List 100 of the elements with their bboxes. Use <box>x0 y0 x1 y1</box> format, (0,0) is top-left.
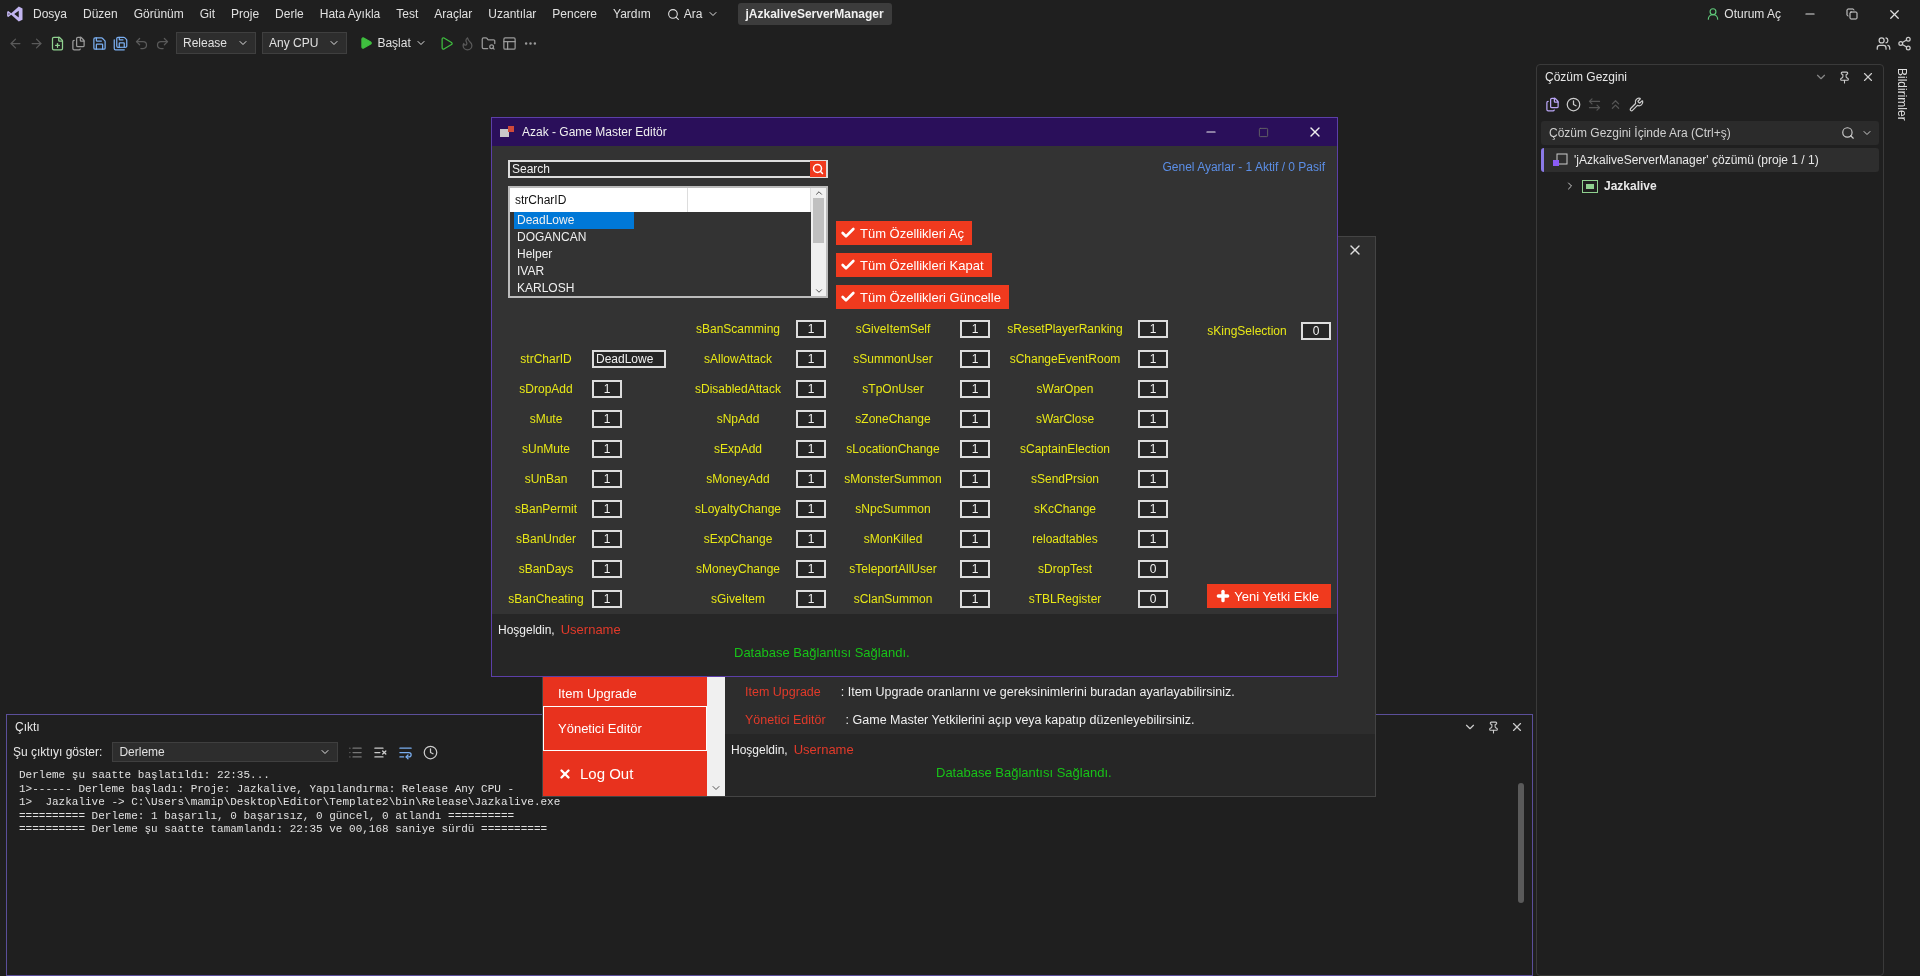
value-field[interactable]: 1 <box>960 320 990 338</box>
search-field[interactable]: Çözüm Gezgini İçinde Ara (Ctrl+ş) <box>1541 121 1879 145</box>
wrench-icon[interactable] <box>1629 96 1644 112</box>
value-field[interactable]: 1 <box>960 590 990 608</box>
menu-item[interactable]: Yardım <box>606 4 658 24</box>
start-button[interactable]: Başlat <box>353 35 433 51</box>
window-icon[interactable] <box>501 35 517 51</box>
scroll-down-icon[interactable] <box>813 286 824 296</box>
value-field[interactable]: 1 <box>796 500 826 518</box>
value-field[interactable]: 1 <box>960 470 990 488</box>
list-icon[interactable] <box>348 744 364 760</box>
search-button[interactable] <box>810 161 826 177</box>
value-field[interactable]: 1 <box>796 560 826 578</box>
scrollbar-thumb[interactable] <box>813 198 824 243</box>
value-field[interactable]: 1 <box>796 470 826 488</box>
close-icon[interactable] <box>1861 70 1875 84</box>
redo-icon[interactable] <box>155 35 170 51</box>
value-field[interactable]: 1 <box>592 380 622 398</box>
value-field[interactable]: 1 <box>796 440 826 458</box>
share-icon[interactable] <box>1897 35 1912 51</box>
users-icon[interactable] <box>1876 35 1891 51</box>
value-field[interactable]: 1 <box>796 350 826 368</box>
value-field[interactable]: 1 <box>1138 440 1168 458</box>
nav-item[interactable]: Yönetici Editör <box>543 706 707 751</box>
value-field[interactable]: DeadLowe <box>592 350 666 368</box>
menu-item[interactable]: Dosya <box>26 4 74 24</box>
flame-icon[interactable] <box>459 35 475 51</box>
wrap-icon[interactable] <box>398 744 414 760</box>
value-field[interactable]: 1 <box>796 410 826 428</box>
sync-icon[interactable] <box>1587 96 1602 112</box>
value-field[interactable]: 1 <box>592 470 622 488</box>
add-permission-button[interactable]: Yeni Yetki Ekle <box>1207 584 1331 608</box>
value-field[interactable]: 0 <box>1138 590 1168 608</box>
value-field[interactable]: 1 <box>592 590 622 608</box>
action-button[interactable]: Tüm Özellikleri Kapat <box>836 253 992 277</box>
value-field[interactable]: 1 <box>592 500 622 518</box>
side-tab[interactable]: Bildirimler <box>1895 68 1909 121</box>
value-field[interactable]: 1 <box>960 440 990 458</box>
platform-dropdown[interactable]: Any CPU <box>262 32 348 54</box>
action-button[interactable]: Tüm Özellikleri Aç <box>836 221 973 245</box>
value-field[interactable]: 1 <box>1138 500 1168 518</box>
menu-item[interactable]: Proje <box>224 4 267 24</box>
scrollbar[interactable] <box>811 188 826 296</box>
menu-item[interactable]: Uzantılar <box>481 4 544 24</box>
value-field[interactable]: 1 <box>1138 470 1168 488</box>
pin-icon[interactable] <box>1487 720 1500 734</box>
folder-search-icon[interactable] <box>480 35 496 51</box>
close-icon[interactable] <box>1510 720 1524 734</box>
list-item[interactable]: IVAR <box>514 262 634 280</box>
value-field[interactable]: 1 <box>1138 320 1168 338</box>
action-button[interactable]: Tüm Özellikleri Güncelle <box>836 285 1009 309</box>
scrollbar-thumb[interactable] <box>1518 783 1524 903</box>
output-source-dropdown[interactable]: Derleme <box>112 742 339 762</box>
value-field[interactable]: 1 <box>592 440 622 458</box>
value-field[interactable]: 1 <box>960 500 990 518</box>
save-icon[interactable] <box>92 35 107 51</box>
undo-icon[interactable] <box>134 35 149 51</box>
clock-icon[interactable] <box>423 744 439 760</box>
tree-item[interactable]: 'jAzkaliveServerManager' çözümü (proje 1 / 1) <box>1541 148 1879 172</box>
search-field[interactable]: Search <box>508 160 828 178</box>
back-icon[interactable] <box>8 35 23 51</box>
run-icon[interactable] <box>438 35 454 51</box>
history-icon[interactable] <box>1566 96 1581 112</box>
value-field[interactable]: 1 <box>1138 350 1168 368</box>
value-field[interactable]: 1 <box>592 560 622 578</box>
value-field[interactable]: 1 <box>796 590 826 608</box>
value-field[interactable]: 1 <box>960 350 990 368</box>
value-field[interactable]: 1 <box>1138 380 1168 398</box>
tree-item[interactable]: Jazkalive <box>1541 174 1879 198</box>
value-field[interactable]: 1 <box>592 530 622 548</box>
pin-icon[interactable] <box>1838 70 1851 84</box>
list-item[interactable]: Helper <box>514 245 634 263</box>
value-field[interactable]: 1 <box>796 380 826 398</box>
save-all-icon[interactable] <box>113 35 128 51</box>
menu-item[interactable]: Hata Ayıkla <box>312 4 388 24</box>
value-field[interactable]: 1 <box>1138 530 1168 548</box>
value-field[interactable]: 0 <box>1138 560 1168 578</box>
value-field[interactable]: 1 <box>960 380 990 398</box>
configuration-dropdown[interactable]: Release <box>176 32 257 54</box>
menu-item[interactable]: Araçlar <box>427 4 480 24</box>
value-field[interactable]: 1 <box>960 530 990 548</box>
scroll-up-icon[interactable] <box>813 188 824 198</box>
menu-item[interactable]: Git <box>192 4 223 24</box>
solution-view-icon[interactable] <box>1545 96 1560 112</box>
list-item[interactable]: KARLOSH <box>514 279 634 296</box>
value-field[interactable]: 0 <box>1301 322 1331 340</box>
sign-in-button[interactable]: Oturum Aç <box>1699 4 1788 24</box>
value-field[interactable]: 1 <box>1138 410 1168 428</box>
clear-icon[interactable] <box>373 744 389 760</box>
menu-item[interactable]: Pencere <box>545 4 605 24</box>
value-field[interactable]: 1 <box>960 560 990 578</box>
menu-item[interactable]: Görünüm <box>126 4 191 24</box>
new-file-icon[interactable] <box>71 35 86 51</box>
forward-icon[interactable] <box>29 35 44 51</box>
value-field[interactable]: 1 <box>592 410 622 428</box>
list-item[interactable]: DOGANCAN <box>514 228 634 246</box>
search-input[interactable]: Çözüm Gezgini İçinde Ara (Ctrl+ş) <box>1547 125 1835 141</box>
new-project-icon[interactable] <box>50 35 65 51</box>
character-list[interactable]: strCharID DeadLowe DOGANCAN Helper IVAR KARLOSH <box>508 186 828 298</box>
value-field[interactable]: 1 <box>960 410 990 428</box>
